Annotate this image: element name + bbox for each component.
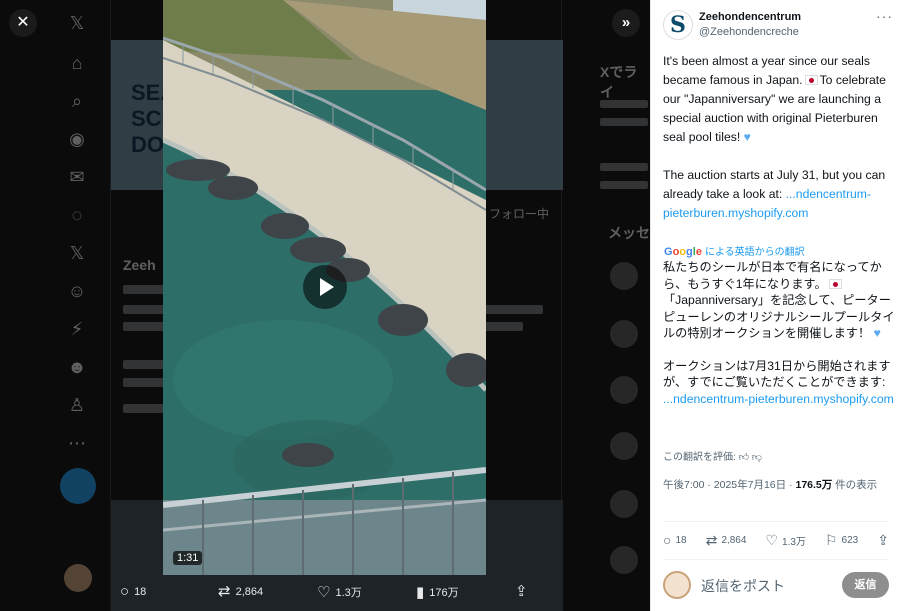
thumbs-down-icon[interactable]: 👎︎ [752, 452, 762, 463]
heart-icon: ♡ [317, 583, 331, 601]
google-logo-icon: Google [664, 246, 702, 258]
repost-icon: ⇄ [705, 532, 718, 548]
post-stats-bar: ○ 18 ⇄ 2,864 ♡ 1.3万 ⚐ 623 ⇪ [663, 529, 889, 551]
search-icon: ⌕ [71, 91, 83, 111]
reply-icon: ○ [663, 532, 672, 548]
like-count: 1.3万 [335, 587, 362, 599]
close-button[interactable]: ✕ [9, 9, 37, 37]
media-repost-button[interactable]: ⇄ 2,864 [218, 584, 263, 599]
repost-button[interactable]: ⇄ 2,864 [706, 533, 747, 547]
avatar [610, 490, 638, 518]
like-count: 1.3万 [782, 536, 806, 548]
avatar [610, 546, 638, 574]
translated-text: 私たちのシールが日本で有名になってから、もうすぐ1年になります。 「Japanni… [663, 259, 895, 407]
like-button[interactable]: ♡ 1.3万 [765, 533, 805, 548]
home-icon: ⌂ [71, 53, 83, 73]
divider [663, 559, 889, 560]
blue-heart-icon: ♥ [743, 130, 751, 144]
repost-icon: ⇄ [218, 583, 231, 600]
media-viewer: 𝕏 ⌂ ⌕ ◉ ✉ ◌ 𝕏 ☺ ⚡ ☻ ♙ ⋯ SEA SCI DO フォロー中… [0, 0, 650, 611]
x-logo-icon: 𝕏 [69, 13, 85, 33]
post-text: It's been almost a year since our seals … [663, 52, 895, 223]
communities-icon: ☺ [67, 281, 87, 301]
author-name[interactable]: Zeehondencentrum [699, 11, 801, 23]
author-avatar[interactable]: S [663, 10, 693, 40]
text-placeholder [600, 163, 648, 171]
media-share-button[interactable]: ⇪ [515, 584, 528, 599]
blue-heart-icon: ♥ [873, 326, 881, 340]
post-detail-panel: S Zeehondencentrum @Zeehondencreche ··· … [650, 0, 900, 611]
post-timestamp: 午後7:00 · 2025年7月16日 · 176.5万 件の表示 [663, 477, 891, 493]
reply-input[interactable]: 返信をポスト [701, 576, 785, 596]
japan-flag-icon [804, 75, 818, 85]
rate-translation: この翻訳を評価: 👍︎ 👎︎ [663, 448, 762, 463]
reply-button[interactable]: ○ 18 [663, 533, 687, 547]
text-placeholder [600, 181, 648, 189]
bookmark-count: 623 [841, 534, 859, 546]
media-action-bar: ○ 18 ⇄ 2,864 ♡ 1.3万 ▮ 176万 ⇪ [0, 575, 650, 611]
avatar [610, 320, 638, 348]
avatar [610, 262, 638, 290]
post-views-count: 176.5万 [795, 479, 833, 491]
avatar [610, 432, 638, 460]
video-player[interactable]: 1:31 [163, 0, 486, 575]
messages-icon: ✉ [69, 167, 85, 187]
lightning-icon: ⚡ [70, 319, 84, 339]
text-placeholder [600, 100, 648, 108]
heart-icon: ♡ [765, 532, 779, 548]
share-icon: ⇪ [515, 583, 528, 600]
reply-count: 18 [675, 534, 687, 546]
background-sidebar: Xでライ メッセ [596, 0, 650, 611]
avatar [610, 376, 638, 404]
text-placeholder [600, 118, 648, 126]
grok-icon: ◌ [71, 205, 83, 225]
translation-note: による英語からの翻訳 [704, 247, 805, 258]
post-views-label: 件の表示 [832, 479, 878, 491]
share-icon: ⇪ [877, 532, 889, 548]
media-reply-button[interactable]: ○ 18 [120, 584, 146, 599]
media-views-button[interactable]: ▮ 176万 [416, 584, 459, 600]
translated-text-line: 「Japanniversary」を記念して、ピーターピューレンのオリジナルシール… [663, 293, 895, 340]
notifications-icon: ◉ [69, 129, 85, 149]
author-handle[interactable]: @Zeehondencreche [699, 26, 799, 38]
views-count: 176万 [429, 587, 459, 599]
translated-link[interactable]: ...ndencentrum-pieterburen.myshopify.com [663, 392, 894, 406]
play-button[interactable] [303, 265, 347, 309]
post-time[interactable]: 午後7:00 · 2025年7月16日 · [663, 479, 795, 491]
bookmark-icon: ⚐ [824, 532, 838, 548]
video-duration: 1:31 [173, 551, 203, 565]
repost-count: 2,864 [235, 585, 264, 598]
divider [663, 521, 889, 522]
rate-label: この翻訳を評価: [663, 452, 736, 463]
current-user-avatar [663, 571, 691, 599]
share-button[interactable]: ⇪ [877, 533, 889, 547]
reply-icon: ○ [120, 583, 130, 600]
repost-count: 2,864 [721, 534, 747, 546]
background-nav: 𝕏 ⌂ ⌕ ◉ ✉ ◌ 𝕏 ☺ ⚡ ☻ ♙ ⋯ [60, 0, 96, 611]
collapse-panel-button[interactable]: » [612, 9, 640, 37]
sidebar-heading: Xでライ [600, 64, 638, 100]
more-options-button[interactable]: ··· [876, 8, 893, 24]
premium-icon: 𝕏 [69, 243, 85, 263]
reply-count: 18 [134, 585, 147, 598]
post-compose-icon [60, 468, 96, 504]
thumbs-up-icon[interactable]: 👍︎ [739, 452, 749, 463]
reply-submit-button[interactable]: 返信 [842, 572, 889, 598]
views-icon: ▮ [416, 583, 425, 601]
messages-heading: メッセ [608, 225, 650, 241]
translated-text-line: 私たちのシールが日本で有名になってから、もうすぐ1年になります。 [663, 260, 882, 291]
groups-icon: ☻ [67, 357, 87, 377]
japan-flag-icon [828, 278, 842, 289]
bookmark-button[interactable]: ⚐ 623 [825, 533, 858, 547]
more-icon: ⋯ [68, 433, 86, 453]
translated-text-line: オークションは7月31日から開始されますが、すでにご覧いただくことができます: [663, 358, 891, 390]
translation-attribution[interactable]: Google による英語からの翻訳 [664, 243, 805, 258]
profile-name: Zeeh [123, 257, 156, 273]
media-like-button[interactable]: ♡ 1.3万 [317, 584, 362, 600]
follow-status: フォロー中 [489, 207, 550, 221]
profile-icon: ♙ [68, 395, 86, 415]
